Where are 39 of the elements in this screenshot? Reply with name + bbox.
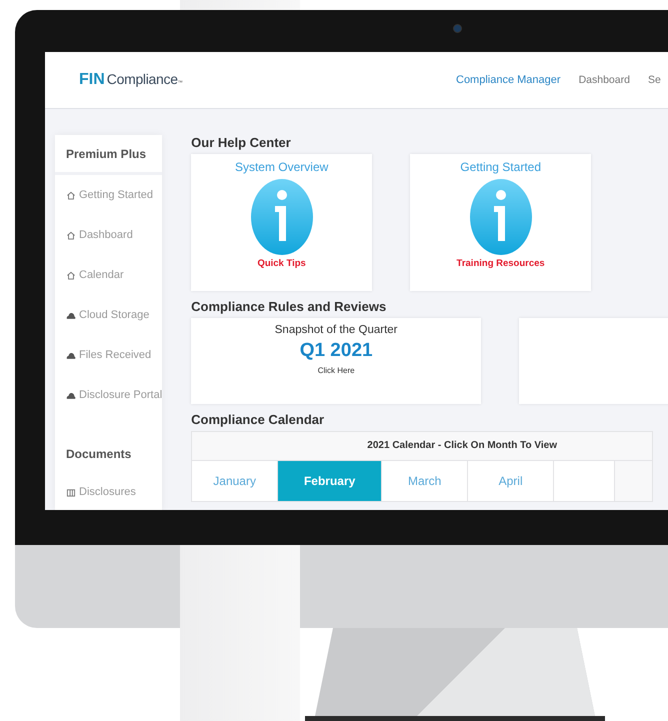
- sidebar-heading: Premium Plus: [55, 135, 162, 175]
- section-title: Our Help Center: [191, 135, 292, 150]
- snapshot-card[interactable]: Snapshot of the Quarter Q1 2021 Click Here: [191, 318, 482, 404]
- cloud-icon: [66, 390, 76, 400]
- house-icon: [66, 270, 76, 280]
- help-card[interactable]: System Overview Quick Tips: [191, 154, 372, 291]
- month-tab[interactable]: January: [192, 461, 278, 501]
- columns-icon: [66, 488, 76, 496]
- nav-link[interactable]: Compliance Manager: [456, 74, 561, 86]
- section-title: Compliance Rules and Reviews: [191, 299, 388, 314]
- card-title: Getting Started: [460, 160, 541, 174]
- info-icon: [468, 178, 533, 256]
- month-tab[interactable]: April: [468, 461, 554, 501]
- sidebar-heading: Documents: [65, 446, 132, 463]
- cloud-icon: [66, 310, 76, 320]
- card-caption: Quick Tips: [257, 258, 306, 269]
- nav-link[interactable]: Dashboard: [578, 74, 630, 86]
- cloud-icon: [66, 350, 76, 360]
- month-tab[interactable]: March: [382, 461, 468, 501]
- sidebar-item[interactable]: Cloud Storage: [79, 309, 150, 321]
- sidebar-item[interactable]: Getting Started: [79, 189, 153, 201]
- nav-link[interactable]: Se: [648, 74, 661, 86]
- quarter-label: Q1 2021: [300, 340, 373, 362]
- card-title: System Overview: [234, 160, 328, 174]
- click-here-link[interactable]: Click Here: [318, 366, 355, 375]
- info-icon: [250, 178, 314, 256]
- camera-icon: [453, 24, 462, 33]
- sidebar-item[interactable]: Calendar: [79, 269, 124, 281]
- month-tab[interactable]: February: [278, 461, 382, 501]
- sidebar-item[interactable]: Disclosure Portal: [79, 389, 162, 401]
- house-icon: [66, 230, 76, 240]
- section-title: Compliance Calendar: [191, 412, 326, 427]
- sidebar-item[interactable]: Dashboard: [79, 229, 133, 241]
- card-caption: Training Resources: [456, 258, 545, 269]
- house-icon: [66, 190, 76, 200]
- card-title: Snapshot of the Quarter: [274, 324, 398, 336]
- sidebar-item[interactable]: Disclosures: [79, 486, 136, 498]
- help-card[interactable]: Getting Started Training Resources: [410, 154, 592, 291]
- sidebar-item[interactable]: Files Received: [79, 349, 152, 361]
